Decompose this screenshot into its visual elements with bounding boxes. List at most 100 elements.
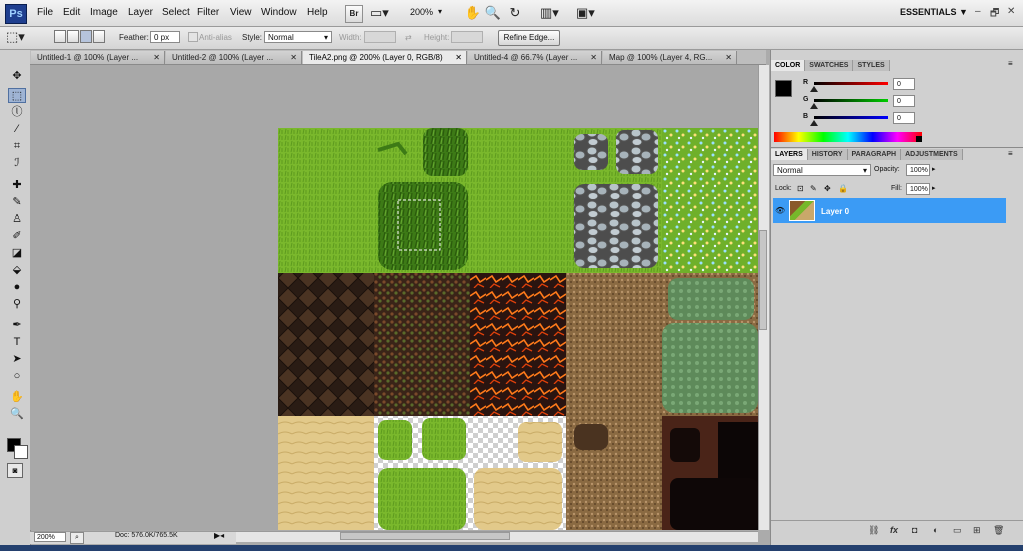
vertical-scroll-thumb[interactable] <box>759 230 767 330</box>
red-slider-knob[interactable] <box>810 86 818 92</box>
tab-paragraph[interactable]: PARAGRAPH <box>847 149 902 160</box>
tool-brush-icon[interactable]: ✎ <box>8 195 26 210</box>
quick-mask-icon[interactable]: ◙ <box>7 463 23 478</box>
swap-icon[interactable]: ⇄ <box>405 33 412 42</box>
tool-dodge-icon[interactable]: ⚲ <box>8 297 26 312</box>
antialias-checkbox[interactable] <box>188 32 198 42</box>
tab-tilea2[interactable]: TileA2.png @ 200% (Layer 0, RGB/8) ✕ <box>303 51 467 64</box>
tool-blur-icon[interactable]: ● <box>8 280 26 295</box>
tool-pen-icon[interactable]: ✒ <box>8 318 26 333</box>
close-icon[interactable]: ✕ <box>455 51 462 64</box>
link-layers-icon[interactable]: ⛓ <box>868 525 879 536</box>
menu-edit[interactable]: Edit <box>63 7 80 18</box>
green-value-input[interactable]: 0 <box>893 95 915 107</box>
menu-file[interactable]: File <box>37 7 53 18</box>
layer-style-icon[interactable]: fx <box>890 525 898 535</box>
tool-move-icon[interactable]: ✥ <box>8 69 26 84</box>
restore-icon[interactable]: 🗗 <box>990 6 999 23</box>
tab-layers[interactable]: LAYERS <box>771 149 808 160</box>
menu-image[interactable]: Image <box>90 7 118 18</box>
tool-lasso-icon[interactable]: ⓛ <box>8 105 26 120</box>
tool-eraser-icon[interactable]: ◪ <box>8 246 26 261</box>
red-value-input[interactable]: 0 <box>893 78 915 90</box>
eye-visibility-icon[interactable]: 👁 <box>775 206 785 215</box>
opacity-arrow-icon[interactable]: ▸ <box>932 165 936 173</box>
close-icon[interactable]: ✕ <box>1007 6 1015 17</box>
tool-marquee-icon[interactable]: ⬚ <box>8 88 26 103</box>
status-menu-icon[interactable]: ▶◂ <box>214 531 224 540</box>
zoom-level-input[interactable]: 200% <box>34 532 66 542</box>
layers-panel-menu-icon[interactable]: ≡ <box>1008 149 1013 158</box>
tool-crop-icon[interactable]: ⌗ <box>8 139 26 154</box>
layer-mask-icon[interactable]: ◘ <box>912 525 917 535</box>
screen-mode-icon[interactable]: ▭▾ <box>370 5 389 21</box>
fill-arrow-icon[interactable]: ▸ <box>932 184 936 192</box>
new-selection-icon[interactable] <box>54 30 66 43</box>
blue-slider-knob[interactable] <box>810 120 818 126</box>
tab-history[interactable]: HISTORY <box>807 149 848 160</box>
spectrum-black-swatch[interactable] <box>916 136 922 142</box>
workspace-switcher[interactable]: ESSENTIALS ▼ <box>900 7 968 17</box>
subtract-selection-icon[interactable] <box>80 30 92 43</box>
red-slider[interactable] <box>814 82 888 85</box>
app-zoom-select[interactable]: 200% <box>410 7 433 17</box>
tab-color[interactable]: COLOR <box>771 60 806 71</box>
zoom-tool-icon[interactable]: 🔍 <box>484 5 502 21</box>
screen-layout-icon[interactable]: ▣▾ <box>576 5 595 21</box>
horizontal-scroll-thumb[interactable] <box>340 532 510 540</box>
menu-window[interactable]: Window <box>261 7 297 18</box>
adjustment-layer-icon[interactable]: ◐ <box>933 525 938 535</box>
hand-tool-icon[interactable]: ✋ <box>464 5 482 21</box>
tool-preset-icon[interactable]: ⬚▾ <box>6 29 25 45</box>
color-foreground-swatch[interactable] <box>775 80 792 97</box>
minimize-icon[interactable]: – <box>975 6 981 17</box>
close-icon[interactable]: ✕ <box>590 51 597 64</box>
rotate-view-icon[interactable]: ↻ <box>506 5 524 21</box>
menu-select[interactable]: Select <box>162 7 190 18</box>
tool-quick-select-icon[interactable]: ⁄ <box>8 122 26 137</box>
height-input[interactable] <box>451 31 483 43</box>
new-group-icon[interactable]: ▭ <box>953 525 962 536</box>
color-spectrum-bar[interactable] <box>774 132 922 142</box>
fill-input[interactable]: 100% <box>906 183 930 195</box>
style-select[interactable]: Normal ▾ <box>264 31 332 43</box>
menu-view[interactable]: View <box>230 7 252 18</box>
add-selection-icon[interactable] <box>67 30 79 43</box>
tab-untitled-1[interactable]: Untitled-1 @ 100% (Layer ... ✕ <box>31 51 165 64</box>
tab-adjustments[interactable]: ADJUSTMENTS <box>901 149 963 160</box>
panel-menu-icon[interactable]: ≡ <box>1008 59 1013 68</box>
tab-swatches[interactable]: SWATCHES <box>805 60 854 71</box>
tool-paint-bucket-icon[interactable]: ⬙ <box>8 263 26 278</box>
close-icon[interactable]: ✕ <box>290 51 297 64</box>
tool-path-select-icon[interactable]: ➤ <box>8 352 26 367</box>
arrange-documents-icon[interactable]: ▥▾ <box>540 5 559 21</box>
tool-shape-icon[interactable]: ○ <box>8 369 26 384</box>
feather-input[interactable]: 0 px <box>150 31 180 43</box>
menu-filter[interactable]: Filter <box>197 7 219 18</box>
tab-untitled-4[interactable]: Untitled-4 @ 66.7% (Layer ... ✕ <box>468 51 602 64</box>
tool-stamp-icon[interactable]: ♙ <box>8 212 26 227</box>
new-layer-icon[interactable]: ⊞ <box>973 525 981 536</box>
green-slider-knob[interactable] <box>810 103 818 109</box>
blend-mode-select[interactable]: Normal ▾ <box>773 164 871 176</box>
lock-all-icon[interactable]: 🔒 <box>838 184 848 193</box>
close-icon[interactable]: ✕ <box>153 51 160 64</box>
tab-styles[interactable]: STYLES <box>853 60 890 71</box>
blue-slider[interactable] <box>814 116 888 119</box>
tool-hand-icon[interactable]: ✋ <box>8 390 26 405</box>
menu-help[interactable]: Help <box>307 7 328 18</box>
blue-value-input[interactable]: 0 <box>893 112 915 124</box>
tool-type-icon[interactable]: T <box>8 335 26 350</box>
bridge-button[interactable]: Br <box>345 5 363 23</box>
tool-history-brush-icon[interactable]: ✐ <box>8 229 26 244</box>
tab-untitled-2[interactable]: Untitled-2 @ 100% (Layer ... ✕ <box>166 51 302 64</box>
intersect-selection-icon[interactable] <box>93 30 105 43</box>
tileset-image[interactable] <box>278 128 758 530</box>
tab-map[interactable]: Map @ 100% (Layer 4, RG... ✕ <box>603 51 737 64</box>
lock-transparent-icon[interactable]: ⊡ <box>797 184 804 193</box>
tool-zoom-icon[interactable]: 🔍 <box>8 407 26 422</box>
lock-position-icon[interactable]: ✥ <box>824 184 831 193</box>
refine-edge-button[interactable]: Refine Edge... <box>498 30 560 46</box>
width-input[interactable] <box>364 31 396 43</box>
background-color-swatch[interactable] <box>14 445 28 459</box>
